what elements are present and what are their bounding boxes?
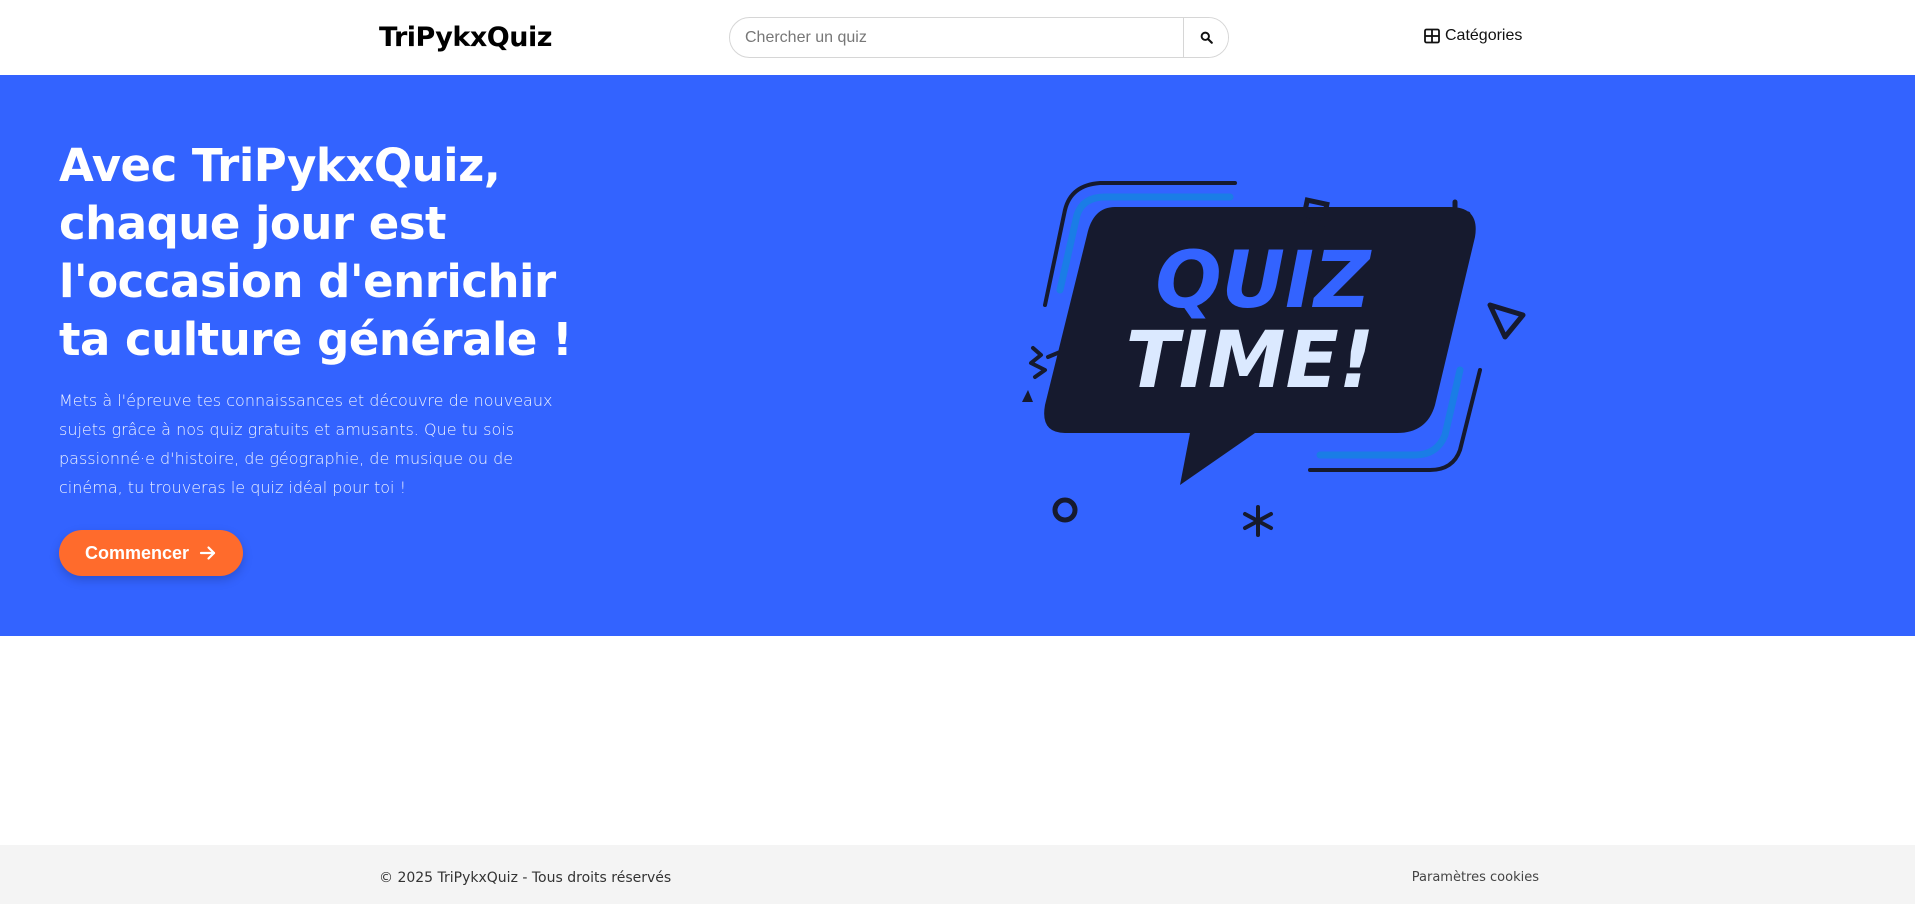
- quiz-time-illustration: QUIZ TIME!: [1022, 181, 1526, 537]
- hero-section: Avec TriPykxQuiz, chaque jour est l'occa…: [0, 75, 1915, 636]
- search-button[interactable]: [1183, 18, 1228, 57]
- search-input[interactable]: [730, 18, 1183, 57]
- site-logo[interactable]: TriPykxQuiz: [379, 22, 552, 53]
- cookie-settings-link[interactable]: Paramètres cookies: [1412, 870, 1539, 885]
- search-icon: [1200, 31, 1213, 44]
- search-bar: [729, 17, 1229, 58]
- footer: © 2025 TriPykxQuiz - Tous droits réservé…: [0, 845, 1915, 904]
- categories-label: Catégories: [1445, 27, 1523, 44]
- circle-shape: [1052, 497, 1078, 523]
- start-button-label: Commencer: [84, 542, 190, 563]
- hero-description: Mets à l'épreuve tes connaissances et dé…: [59, 391, 553, 497]
- triangle-shape: [1487, 302, 1526, 340]
- arrow-right-icon: [199, 546, 216, 560]
- time-text: TIME!: [1126, 316, 1375, 406]
- header: TriPykxQuiz Catégories: [0, 0, 1915, 75]
- grid-icon: [1424, 28, 1440, 44]
- categories-link[interactable]: Catégories: [1424, 27, 1522, 45]
- hero-title: Avec TriPykxQuiz, chaque jour est l'occa…: [59, 139, 573, 366]
- copyright-text: © 2025 TriPykxQuiz - Tous droits réservé…: [379, 870, 672, 886]
- quiz-text: QUIZ: [1155, 236, 1372, 326]
- asterisk-shape: [1243, 505, 1273, 537]
- start-button[interactable]: Commencer: [59, 530, 243, 576]
